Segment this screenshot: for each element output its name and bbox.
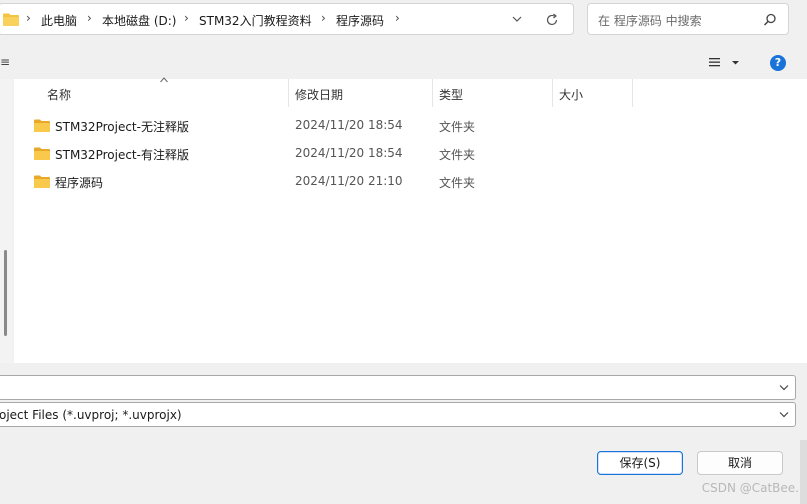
column-header-name[interactable]: 名称 xyxy=(47,86,71,103)
folder-icon xyxy=(34,175,50,188)
chevron-right-icon: › xyxy=(395,11,400,25)
list-item[interactable]: STM32Project-无注释版 2024/11/20 18:54 文件夹 xyxy=(14,112,807,138)
breadcrumb-stm32-materials[interactable]: STM32入门教程资料 xyxy=(199,12,312,29)
folder-icon xyxy=(3,13,19,26)
organize-menu-partial[interactable]: ≡ xyxy=(0,55,10,69)
column-divider[interactable] xyxy=(432,79,433,107)
file-modified: 2024/11/20 18:54 xyxy=(295,146,403,160)
file-modified: 2024/11/20 18:54 xyxy=(295,118,403,132)
breadcrumb-this-pc[interactable]: 此电脑 xyxy=(41,12,77,29)
search-placeholder: 在 程序源码 中搜索 xyxy=(598,14,702,28)
search-box[interactable]: 在 程序源码 中搜索 xyxy=(587,3,789,35)
refresh-icon[interactable] xyxy=(545,13,559,27)
list-item[interactable]: STM32Project-有注释版 2024/11/20 18:54 文件夹 xyxy=(14,140,807,166)
chevron-right-icon: › xyxy=(87,11,92,25)
save-button[interactable]: 保存(S) xyxy=(597,451,683,475)
sort-up-icon xyxy=(160,77,168,83)
file-type: 文件夹 xyxy=(439,120,476,134)
column-divider[interactable] xyxy=(552,79,553,107)
filename-field[interactable] xyxy=(0,375,796,400)
chevron-right-icon: › xyxy=(184,11,189,25)
column-divider[interactable] xyxy=(632,79,633,107)
list-item[interactable]: 程序源码 2024/11/20 21:10 文件夹 xyxy=(14,168,807,194)
watermark: CSDN @CatBee. xyxy=(701,481,799,495)
chevron-right-icon: › xyxy=(26,11,31,25)
filetype-select[interactable]: oject Files (*.uvproj; *.uvprojx) xyxy=(0,402,796,427)
file-name: STM32Project-无注释版 xyxy=(55,120,189,134)
chevron-right-icon: › xyxy=(321,11,326,25)
file-type: 文件夹 xyxy=(439,176,476,190)
chevron-down-icon[interactable] xyxy=(510,12,524,26)
file-modified: 2024/11/20 21:10 xyxy=(295,174,403,188)
view-list-icon xyxy=(709,58,739,67)
help-icon[interactable]: ? xyxy=(770,55,786,71)
cancel-button[interactable]: 取消 xyxy=(697,451,783,475)
search-icon[interactable] xyxy=(762,12,778,28)
column-header-type[interactable]: 类型 xyxy=(439,86,463,103)
file-type: 文件夹 xyxy=(439,148,476,162)
filetype-value: oject Files (*.uvproj; *.uvprojx) xyxy=(0,408,182,422)
view-options-button[interactable] xyxy=(706,55,744,71)
column-header-modified[interactable]: 修改日期 xyxy=(295,86,343,103)
column-divider[interactable] xyxy=(288,79,289,107)
nav-scrollbar-thumb[interactable] xyxy=(4,250,7,336)
file-name: STM32Project-有注释版 xyxy=(55,148,189,162)
breadcrumb-source-code[interactable]: 程序源码 xyxy=(336,12,384,29)
window-edge xyxy=(800,440,807,504)
chevron-down-icon[interactable] xyxy=(779,411,789,418)
file-name: 程序源码 xyxy=(55,176,104,190)
folder-icon xyxy=(34,119,50,132)
address-bar[interactable]: › 此电脑 › 本地磁盘 (D:) › STM32入门教程资料 › 程序源码 › xyxy=(0,3,574,35)
column-header-size[interactable]: 大小 xyxy=(559,86,583,103)
folder-icon xyxy=(34,147,50,160)
breadcrumb-local-disk[interactable]: 本地磁盘 (D:) xyxy=(102,12,176,29)
file-list[interactable]: 名称 修改日期 类型 大小 STM32Project-无注释版 2024/11/… xyxy=(14,77,807,363)
chevron-down-icon[interactable] xyxy=(779,384,789,391)
